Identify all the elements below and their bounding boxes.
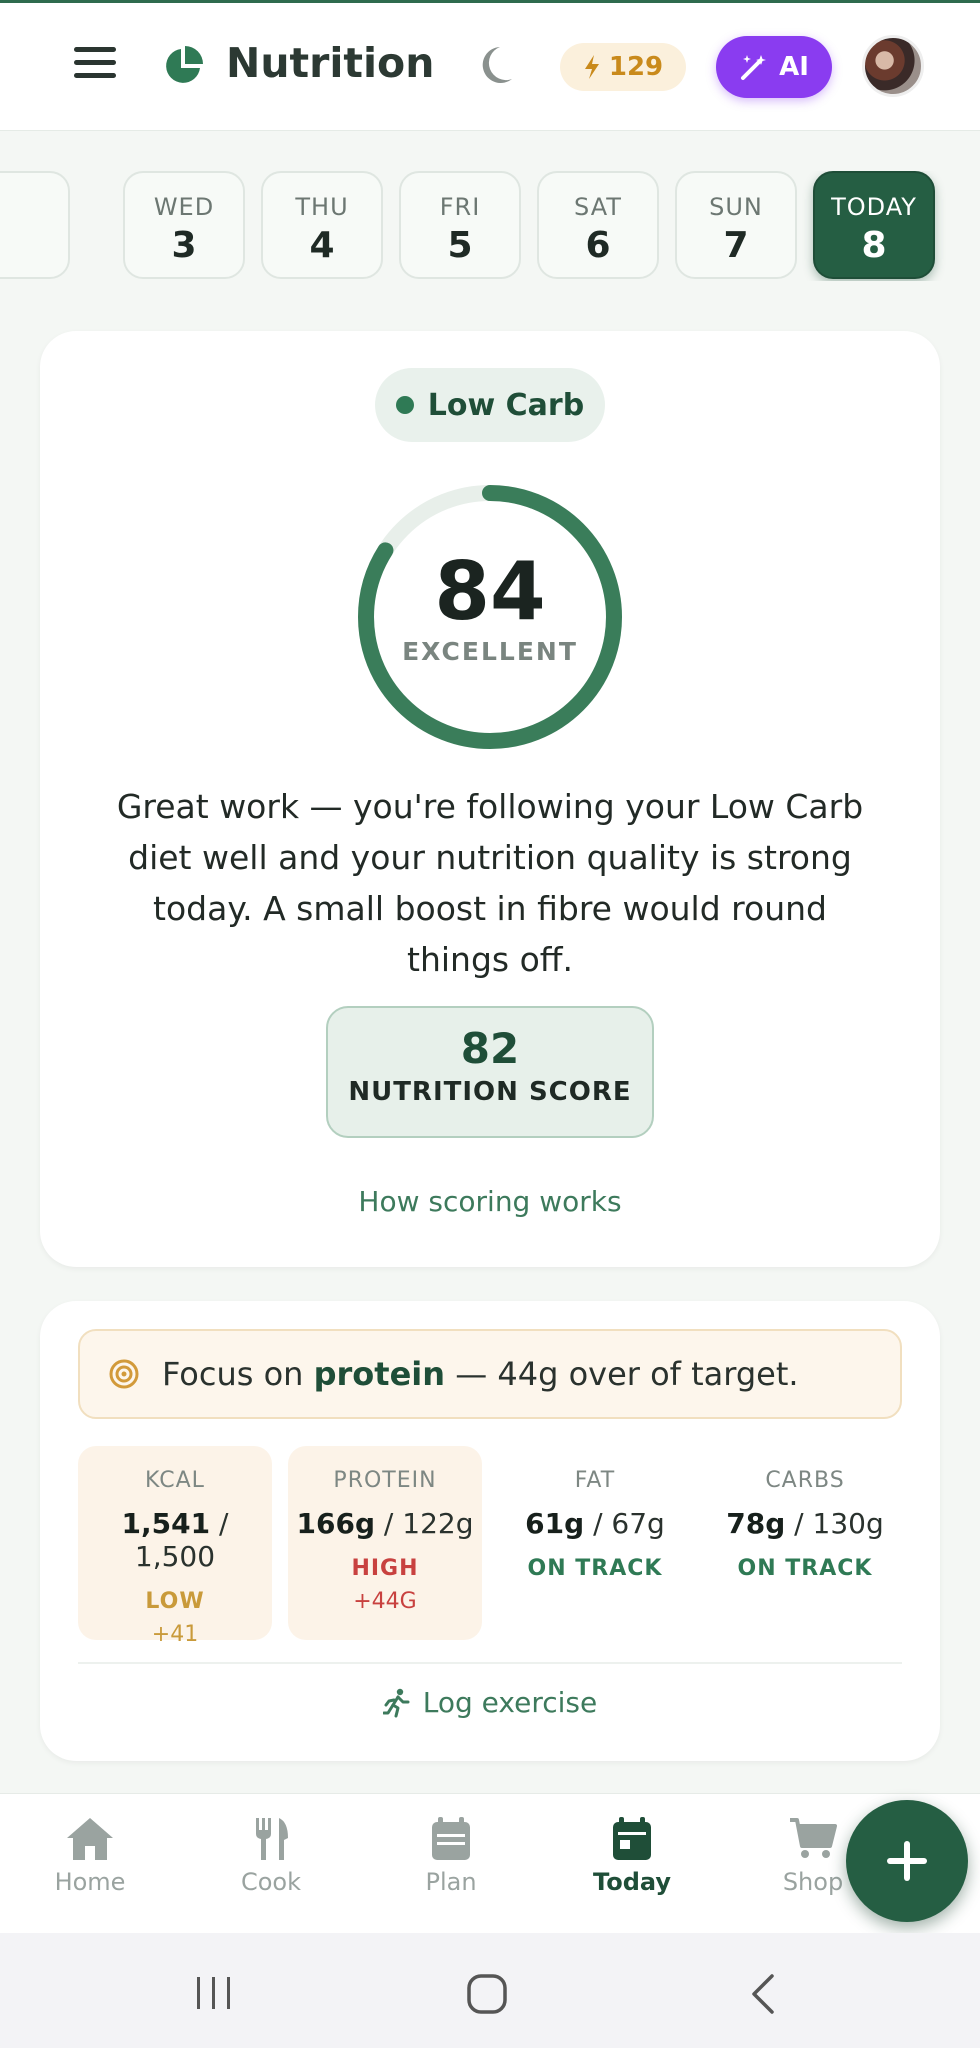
macro-card: Focus on protein — 44g over of target. K…: [40, 1301, 940, 1761]
macro-values: 166g / 122g: [296, 1507, 474, 1540]
macro-name: CARBS: [765, 1468, 845, 1493]
score-rating: EXCELLENT: [402, 637, 578, 666]
nav-label: Shop: [782, 1868, 844, 1896]
bottom-nav: Home Cook Plan Today Shop: [0, 1793, 980, 1933]
pie-chart-icon: [166, 46, 203, 83]
day-wed[interactable]: WED 3: [123, 171, 245, 279]
add-button[interactable]: [846, 1800, 968, 1922]
day-number: 3: [171, 225, 197, 266]
ai-label: AI: [779, 52, 809, 82]
macro-status: ON TRACK: [527, 1556, 663, 1581]
nav-today[interactable]: Today: [567, 1816, 697, 1896]
ai-button[interactable]: AI: [716, 36, 832, 98]
day-fri[interactable]: FRI 5: [399, 171, 521, 279]
app-title: Nutrition: [226, 39, 435, 87]
calendar-icon: [432, 1817, 470, 1860]
day-name: SAT: [574, 193, 622, 221]
focus-banner[interactable]: Focus on protein — 44g over of target.: [78, 1329, 902, 1419]
diet-name: Low Carb: [427, 387, 585, 423]
divider: [78, 1662, 902, 1664]
score-summary: Great work — you're following your Low C…: [116, 787, 864, 979]
cart-icon: [790, 1818, 837, 1858]
day-number: 6: [585, 225, 611, 266]
day-today[interactable]: TODAY 8: [813, 171, 935, 279]
day-name: THU: [295, 193, 349, 221]
day-number: 4: [309, 225, 335, 266]
nav-label: Cook: [240, 1868, 302, 1896]
day-sun[interactable]: SUN 7: [675, 171, 797, 279]
log-exercise-label: Log exercise: [422, 1686, 598, 1719]
macro-status: ON TRACK: [737, 1556, 873, 1581]
home-button-icon[interactable]: [466, 1973, 510, 2015]
nutrition-score-value: 82: [460, 1024, 520, 1073]
points-count: 129: [608, 52, 664, 82]
nav-plan[interactable]: Plan: [386, 1816, 516, 1896]
running-icon: [382, 1688, 410, 1717]
macro-protein[interactable]: PROTEIN 166g / 122g HIGH +44G: [288, 1446, 482, 1640]
nav-home[interactable]: Home: [25, 1816, 155, 1896]
day-name: TODAY: [831, 193, 917, 221]
macro-kcal[interactable]: KCAL 1,541 / 1,500 LOW +41: [78, 1446, 272, 1647]
macro-delta: +44G: [353, 1589, 417, 1614]
macro-fat[interactable]: FAT 61g / 67g ON TRACK: [498, 1446, 692, 1640]
nav-cook[interactable]: Cook: [206, 1816, 336, 1896]
day-number: 5: [447, 225, 473, 266]
diet-score-card: Low Carb 84 EXCELLENT Great work — you'r…: [40, 331, 940, 1267]
macro-name: KCAL: [145, 1468, 205, 1493]
plus-icon: [887, 1841, 927, 1881]
how-scoring-works-link[interactable]: How scoring works: [40, 1185, 940, 1218]
day-tue[interactable]: UE 2: [0, 171, 70, 279]
system-nav-bar: [0, 1933, 980, 2048]
diet-score-value: 84: [434, 545, 546, 638]
moon-icon[interactable]: [478, 45, 514, 85]
macro-carbs[interactable]: CARBS 78g / 130g ON TRACK: [708, 1446, 902, 1640]
magic-wand-icon: [741, 55, 767, 80]
macro-name: FAT: [574, 1468, 616, 1493]
macro-name: PROTEIN: [333, 1468, 437, 1493]
macro-values: 78g / 130g: [726, 1507, 884, 1540]
nutrition-score-label: NUTRITION SCORE: [348, 1077, 632, 1107]
utensils-icon: [256, 1818, 288, 1860]
home-icon: [67, 1818, 113, 1860]
status-dot-icon: [395, 396, 414, 414]
day-name: WED: [153, 193, 215, 221]
lightning-icon: [584, 55, 599, 79]
day-number: 8: [861, 225, 887, 266]
day-name: SUN: [709, 193, 763, 221]
app-header: Nutrition 129 AI: [0, 3, 980, 131]
target-icon: [109, 1359, 139, 1389]
focus-nutrient: protein: [313, 1355, 446, 1393]
macro-grid: KCAL 1,541 / 1,500 LOW +41 PROTEIN 166g …: [78, 1446, 902, 1647]
avatar[interactable]: [862, 35, 924, 97]
nav-label: Today: [593, 1868, 671, 1896]
recent-apps-icon[interactable]: [194, 1975, 234, 2011]
day-sat[interactable]: SAT 6: [537, 171, 659, 279]
hamburger-icon[interactable]: [74, 47, 116, 83]
day-selector: UE 2 WED 3 THU 4 FRI 5 SAT 6 SUN 7 TODAY…: [0, 171, 980, 281]
macro-status: LOW: [145, 1589, 205, 1614]
nav-label: Home: [54, 1868, 126, 1896]
day-name: FRI: [439, 193, 481, 221]
macro-values: 1,541 / 1,500: [121, 1507, 229, 1573]
focus-text: Focus on protein — 44g over of target.: [162, 1355, 799, 1393]
nav-label: Plan: [425, 1868, 477, 1896]
back-icon[interactable]: [746, 1973, 780, 2015]
macro-values: 61g / 67g: [525, 1507, 665, 1540]
day-number: 7: [723, 225, 749, 266]
calendar-today-icon: [613, 1817, 651, 1860]
macro-delta: +41: [151, 1622, 199, 1647]
points-badge[interactable]: 129: [560, 43, 686, 91]
log-exercise-link[interactable]: Log exercise: [40, 1686, 940, 1719]
nutrition-score-box[interactable]: 82 NUTRITION SCORE: [326, 1006, 654, 1138]
day-thu[interactable]: THU 4: [261, 171, 383, 279]
macro-status: HIGH: [351, 1556, 419, 1581]
diet-badge[interactable]: Low Carb: [375, 368, 605, 442]
